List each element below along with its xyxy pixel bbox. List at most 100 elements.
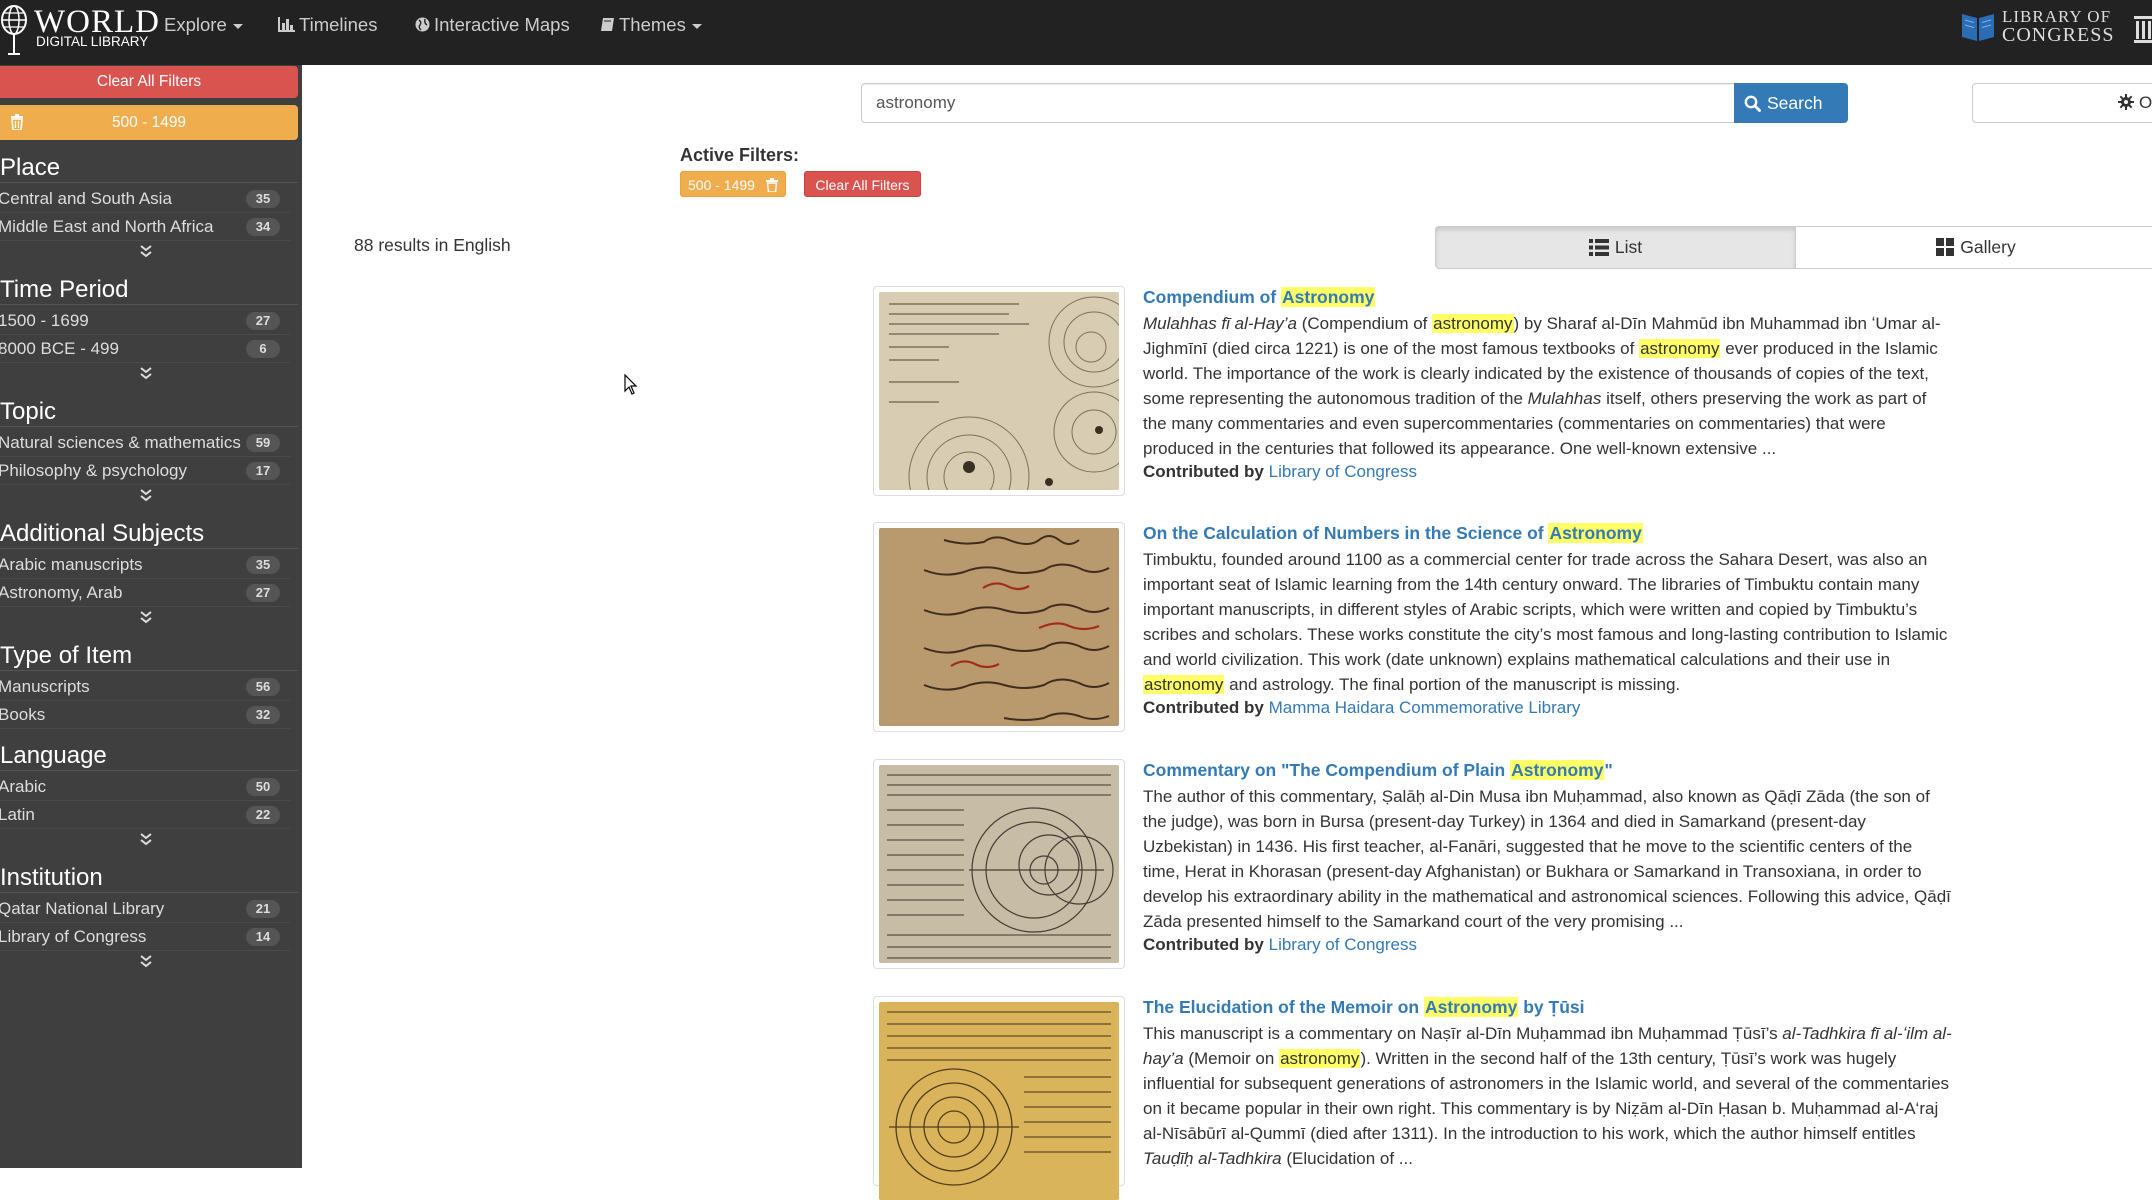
facet-count-badge: 14 <box>246 928 280 946</box>
mouse-cursor-icon <box>624 374 638 395</box>
facet-count-badge: 50 <box>246 778 280 796</box>
result-thumbnail[interactable] <box>873 996 1125 1200</box>
search-button[interactable]: Search <box>1734 83 1848 123</box>
trash-icon[interactable] <box>10 114 24 130</box>
result-title-link[interactable]: The Elucidation of the Memoir on Astrono… <box>1143 996 1584 1018</box>
result-contributor: Contributed by Mamma Haidara Commemorati… <box>1143 695 1580 720</box>
facet-title-type-of-item: Type of Item <box>0 642 133 669</box>
facet-item[interactable]: Books 32 <box>0 701 290 729</box>
facet-divider <box>0 670 298 671</box>
view-toggle: List Gallery <box>1435 226 2152 269</box>
book-icon <box>601 18 614 31</box>
facet-item[interactable]: Latin 22 <box>0 801 290 829</box>
facet-item-label: 1500 - 1699 <box>0 311 89 330</box>
gallery-view-button[interactable]: Gallery <box>1796 227 2152 268</box>
facet-item[interactable]: Natural sciences & mathematics 59 <box>0 429 290 457</box>
facet-item[interactable]: Central and South Asia 35 <box>0 185 290 213</box>
double-chevron-down-icon[interactable] <box>138 365 154 381</box>
bar-chart-icon <box>278 17 295 32</box>
result-description: The author of this commentary, Ṣalāḥ al-… <box>1143 787 1951 931</box>
result-thumbnail[interactable] <box>873 286 1125 496</box>
facet-item[interactable]: Astronomy, Arab 27 <box>0 579 290 607</box>
result-title-text: On the Calculation of Numbers in the Sci… <box>1143 523 1549 543</box>
contributor-link[interactable]: Library of Congress <box>1269 935 1417 954</box>
facet-title-time-period: Time Period <box>0 276 129 303</box>
facet-count-badge: 6 <box>246 340 280 358</box>
contributed-by-label: Contributed by <box>1143 462 1264 481</box>
double-chevron-down-icon[interactable] <box>138 609 154 625</box>
facet-count-badge: 27 <box>246 312 280 330</box>
facet-item-label: Qatar National Library <box>0 899 165 918</box>
loc-book-icon <box>1962 14 1994 41</box>
facet-count-badge: 17 <box>246 462 280 480</box>
facet-item[interactable]: Arabic 50 <box>0 773 290 801</box>
active-filter-tag[interactable]: 500 - 1499 <box>680 171 786 197</box>
contributed-by-label: Contributed by <box>1143 935 1264 954</box>
gallery-view-label: Gallery <box>1960 237 2016 257</box>
library-of-congress-logo[interactable]: LIBRARY OF CONGRESS <box>1958 6 2138 46</box>
manuscript-thumbnail-image <box>879 292 1119 490</box>
search-icon <box>1744 95 1761 112</box>
facet-item-label: 8000 BCE - 499 <box>0 339 119 358</box>
facet-item[interactable]: Philosophy & psychology 17 <box>0 457 290 485</box>
trash-icon[interactable] <box>766 178 778 192</box>
list-view-label: List <box>1614 237 1643 257</box>
result-contributor: Contributed by Library of Congress <box>1143 932 1417 957</box>
nav-timelines[interactable]: Timelines <box>278 13 377 37</box>
facet-item[interactable]: Arabic manuscripts 35 <box>0 551 290 579</box>
facet-title-place: Place <box>0 154 61 181</box>
result-thumbnail[interactable] <box>873 522 1125 732</box>
facet-item-label: Library of Congress <box>0 927 147 946</box>
nav-explore[interactable]: Explore <box>164 13 243 37</box>
double-chevron-down-icon[interactable] <box>138 831 154 847</box>
result-title-link[interactable]: On the Calculation of Numbers in the Sci… <box>1143 522 1643 544</box>
contributor-link[interactable]: Mamma Haidara Commemorative Library <box>1269 698 1581 717</box>
clear-all-filters-button[interactable]: Clear All Filters <box>0 66 298 98</box>
facet-item[interactable]: Middle East and North Africa 34 <box>0 213 290 241</box>
manuscript-thumbnail-image <box>879 528 1119 726</box>
globe-logo-icon <box>1 5 27 55</box>
nav-interactive-maps[interactable]: Interactive Maps <box>415 13 570 37</box>
building-icon[interactable] <box>2134 14 2152 44</box>
facet-title-institution: Institution <box>0 864 103 891</box>
caret-down-icon <box>232 23 243 29</box>
loc-logo-text: LIBRARY OF CONGRESS <box>2002 8 2114 45</box>
list-view-button[interactable]: List <box>1436 227 1796 268</box>
grid-icon <box>1936 238 1955 256</box>
facet-item[interactable]: Library of Congress 14 <box>0 923 290 951</box>
facet-item-label: Arabic manuscripts <box>0 555 143 574</box>
facet-count-badge: 32 <box>246 706 280 724</box>
result-title-link[interactable]: Commentary on "The Compendium of Plain A… <box>1143 759 1613 781</box>
facet-item-label: Manuscripts <box>0 677 90 696</box>
active-filter-tag-label: 500 - 1499 <box>688 177 755 193</box>
double-chevron-down-icon[interactable] <box>138 487 154 503</box>
facet-item[interactable]: Qatar National Library 21 <box>0 895 290 923</box>
options-dropdown[interactable]: O <box>1972 83 2152 123</box>
double-chevron-down-icon[interactable] <box>138 243 154 259</box>
result-title-link[interactable]: Compendium of Astronomy <box>1143 286 1376 308</box>
top-navbar: WORLD DIGITAL LIBRARY Explore Timelines … <box>0 0 2152 65</box>
facet-count-badge: 35 <box>246 556 280 574</box>
search-input[interactable]: astronomy <box>861 83 1735 123</box>
facet-item[interactable]: 1500 - 1699 27 <box>0 307 290 335</box>
facet-item[interactable]: Manuscripts 56 <box>0 673 290 701</box>
facet-item-label: Philosophy & psychology <box>0 461 188 480</box>
result-thumbnail[interactable] <box>873 759 1125 969</box>
facet-count-badge: 21 <box>246 900 280 918</box>
contributor-link[interactable]: Library of Congress <box>1269 462 1417 481</box>
facet-divider <box>0 304 298 305</box>
nav-explore-label: Explore <box>164 14 227 35</box>
gear-icon <box>2118 94 2134 110</box>
result-title-text: Compendium of <box>1143 287 1282 307</box>
active-filter-chip[interactable]: 500 - 1499 <box>0 105 298 140</box>
nav-timelines-label: Timelines <box>299 14 378 35</box>
facet-item[interactable]: 8000 BCE - 499 6 <box>0 335 290 363</box>
result-title-highlight: Astronomy <box>1423 997 1519 1017</box>
nav-themes-label: Themes <box>619 14 686 35</box>
double-chevron-down-icon[interactable] <box>138 953 154 969</box>
nav-themes[interactable]: Themes <box>600 13 702 37</box>
wdl-logo[interactable]: WORLD DIGITAL LIBRARY <box>0 2 159 62</box>
result-title-suffix: by Ṭūsi <box>1518 997 1585 1017</box>
facet-count-badge: 27 <box>246 584 280 602</box>
clear-all-filters-button[interactable]: Clear All Filters <box>804 171 921 197</box>
